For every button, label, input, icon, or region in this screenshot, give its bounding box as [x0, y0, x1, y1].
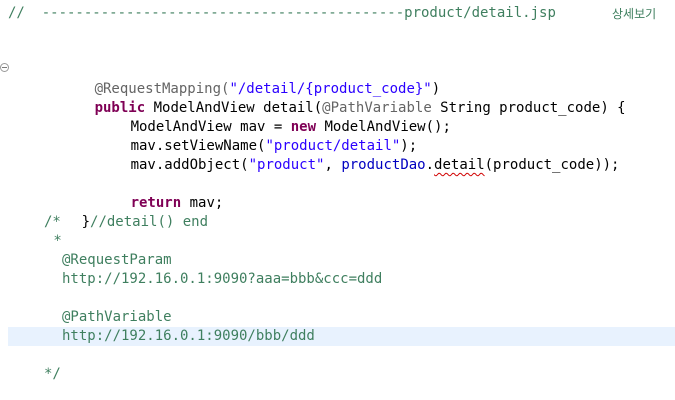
code-line-method-end: }//detail() end [0, 194, 208, 230]
block-comment-open: /* [44, 214, 61, 230]
header-comment: // -------------------------------------… [8, 5, 565, 21]
add-object-a: mav.addObject( [130, 157, 249, 173]
block-comment-star: * [45, 233, 62, 249]
method-signature-b: String product_code) { [431, 100, 626, 116]
request-param-note: @RequestParam [62, 252, 172, 268]
code-line-block-star: * [0, 232, 61, 251]
code-editor[interactable]: // -------------------------------------… [0, 0, 675, 400]
code-line-return: return mav; [0, 175, 224, 211]
request-param-url: http://192.16.0.1:9090?aaa=bbb&ccc=ddd [62, 271, 383, 287]
detail-method-call: detail [434, 157, 485, 173]
path-variable-note: @PathVariable [62, 309, 172, 325]
code-line-path-variable-note: @PathVariable [0, 308, 172, 327]
block-comment-close: */ [44, 366, 61, 382]
product-dao-field: productDao [341, 157, 426, 173]
add-object-string: "product" [248, 157, 325, 173]
add-object-dot: . [425, 157, 435, 173]
code-line-set-view-name: mav.setViewName("product/detail"); [0, 118, 418, 154]
code-line-mav-declaration: ModelAndView mav = new ModelAndView(); [0, 99, 451, 135]
code-line-add-object: mav.addObject("product", productDao.deta… [0, 137, 620, 173]
code-line-block-close: */ [0, 365, 61, 384]
code-line-method-signature: public ModelAndView detail(@PathVariable… [0, 80, 626, 116]
code-line-request-param: @RequestParam [0, 251, 172, 270]
add-object-c: (product_code)); [484, 157, 620, 173]
current-line-highlight[interactable]: http://192.16.0.1:9090/bbb/ddd [8, 327, 675, 346]
add-object-b: , [324, 157, 342, 173]
end-brace: } [81, 214, 91, 230]
header-korean-text: 상세보기 [612, 7, 657, 21]
code-line-request-mapping: @RequestMapping("/detail/{product_code}"… [0, 61, 441, 97]
path-variable-url: http://192.16.0.1:9090/bbb/ddd [62, 328, 315, 344]
code-line-request-param-url: http://192.16.0.1:9090?aaa=bbb&ccc=ddd [0, 270, 382, 289]
code-line-header: // -------------------------------------… [0, 4, 656, 23]
end-comment: //detail() end [90, 214, 209, 230]
code-line-block-open: /* [0, 213, 61, 232]
